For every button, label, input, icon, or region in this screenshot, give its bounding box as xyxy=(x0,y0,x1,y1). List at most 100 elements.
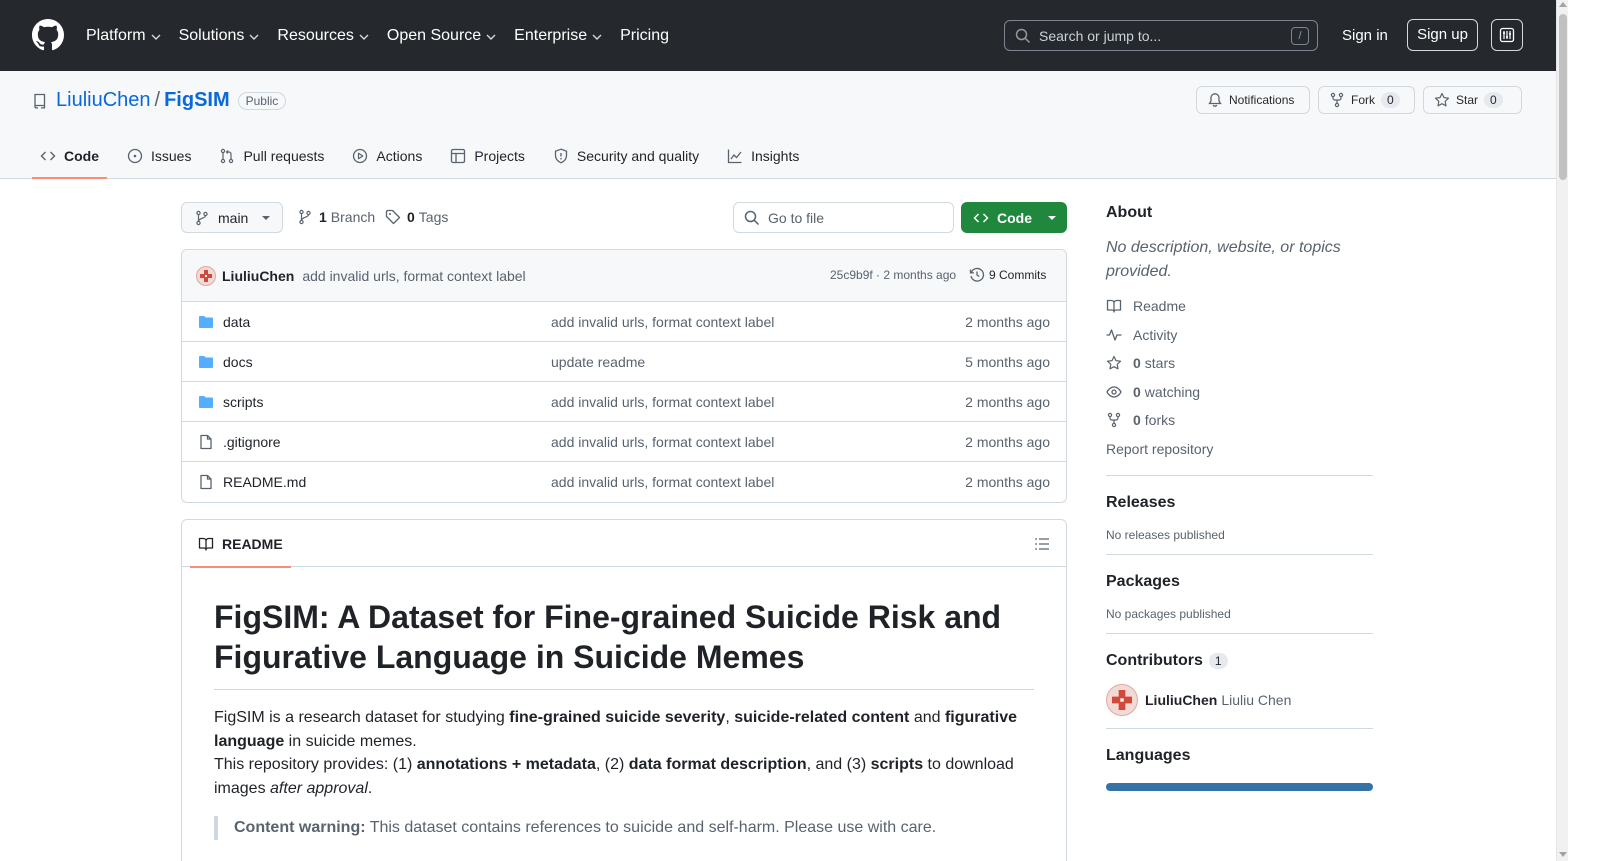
nav-platform[interactable]: Platform xyxy=(86,27,161,45)
scrollbar-thumb[interactable] xyxy=(1559,14,1567,180)
file-name-link[interactable]: README.md xyxy=(223,474,306,490)
tab-actions[interactable]: Actions xyxy=(344,134,430,178)
notifications-button[interactable]: Notifications xyxy=(1196,86,1310,114)
star-count: 0 xyxy=(1484,92,1503,108)
list-outline-icon[interactable] xyxy=(1034,536,1050,552)
divider xyxy=(1106,727,1373,729)
repo-name-link[interactable]: FigSIM xyxy=(164,89,230,112)
file-row[interactable]: README.md add invalid urls, format conte… xyxy=(182,462,1066,502)
releases-heading[interactable]: Releases xyxy=(1106,494,1373,512)
pulse-icon xyxy=(1106,329,1122,341)
commit-hash-age[interactable]: 25c9b9f · 2 months ago xyxy=(830,268,956,282)
scroll-down-arrow-icon[interactable] xyxy=(1559,852,1567,857)
eye-icon xyxy=(1106,386,1122,398)
tab-security[interactable]: Security and quality xyxy=(545,134,707,178)
go-to-file-input[interactable]: Go to file xyxy=(733,202,954,233)
scroll-up-arrow-icon[interactable] xyxy=(1559,2,1567,7)
history-icon xyxy=(969,267,985,282)
forks-link[interactable]: 0 forks xyxy=(1106,406,1373,435)
bell-icon xyxy=(1208,93,1222,107)
repo-sidebar: About No description, website, or topics… xyxy=(1106,204,1373,791)
chevron-down-icon xyxy=(359,34,369,40)
divider xyxy=(1106,474,1373,476)
pull-request-icon xyxy=(221,148,234,164)
stars-link[interactable]: 0 stars xyxy=(1106,349,1373,378)
page-scrollbar[interactable] xyxy=(1556,0,1568,861)
chevron-down-icon xyxy=(486,34,496,40)
nav-resources[interactable]: Resources xyxy=(277,27,369,45)
folder-icon xyxy=(199,316,213,328)
packages-heading[interactable]: Packages xyxy=(1106,573,1373,591)
caret-down-icon xyxy=(1048,215,1056,220)
graph-icon xyxy=(727,149,742,164)
global-nav: Platform Solutions Resources Open Source… xyxy=(86,0,687,71)
activity-link[interactable]: Activity xyxy=(1106,321,1373,350)
contributor-login: LiuliuChen xyxy=(1145,691,1218,708)
readme-content: FigSIM: A Dataset for Fine-grained Suici… xyxy=(182,597,1066,840)
github-logo-icon[interactable] xyxy=(32,19,64,51)
contributor-full-name: Liuliu Chen xyxy=(1221,691,1292,708)
releases-empty: No releases published xyxy=(1106,527,1225,542)
file-row[interactable]: scripts add invalid urls, format context… xyxy=(182,382,1066,422)
file-icon xyxy=(200,434,212,450)
tab-pull-requests[interactable]: Pull requests xyxy=(211,134,332,178)
file-name-link[interactable]: .gitignore xyxy=(223,434,281,450)
file-commit-message[interactable]: add invalid urls, format context label xyxy=(551,434,774,450)
sign-in-link[interactable]: Sign in xyxy=(1330,20,1400,51)
contributor-item[interactable]: LiuliuChen Liuliu Chen xyxy=(1106,683,1373,716)
readme-title: FigSIM: A Dataset for Fine-grained Suici… xyxy=(214,597,1034,690)
repo-icon xyxy=(34,93,46,109)
tags-link[interactable]: 0 Tags xyxy=(385,209,448,225)
language-bar xyxy=(1106,782,1373,791)
tab-code[interactable]: Code xyxy=(32,134,107,179)
search-icon xyxy=(744,210,760,225)
about-links: Readme Activity 0 stars 0 watching 0 forks … xyxy=(1106,292,1373,463)
global-header: Platform Solutions Resources Open Source… xyxy=(0,0,1556,71)
file-name-link[interactable]: scripts xyxy=(223,394,263,410)
avatar[interactable] xyxy=(1106,683,1138,716)
repo-owner-link[interactable]: LiuliuChen xyxy=(56,89,151,112)
command-palette-button[interactable] xyxy=(1491,19,1523,51)
nav-open-source[interactable]: Open Source xyxy=(387,27,496,45)
fork-count: 0 xyxy=(1381,92,1400,108)
file-row[interactable]: data add invalid urls, format context la… xyxy=(182,302,1066,342)
visibility-badge: Public xyxy=(237,91,287,110)
star-button[interactable]: Star 0 xyxy=(1423,86,1522,114)
file-name-link[interactable]: docs xyxy=(223,354,253,370)
nav-solutions[interactable]: Solutions xyxy=(179,27,260,45)
tab-issues[interactable]: Issues xyxy=(119,134,199,178)
sign-up-button[interactable]: Sign up xyxy=(1407,19,1478,51)
table-icon xyxy=(451,148,466,164)
tab-projects[interactable]: Projects xyxy=(442,134,533,178)
file-commit-age: 2 months ago xyxy=(965,474,1050,490)
commit-message-link[interactable]: add invalid urls, format context label xyxy=(302,268,525,284)
file-name-link[interactable]: data xyxy=(223,314,250,330)
branches-link[interactable]: 1 Branch xyxy=(297,209,375,225)
tag-icon xyxy=(385,209,401,225)
fork-button[interactable]: Fork 0 xyxy=(1318,86,1415,114)
global-search-input[interactable]: Search or jump to... / xyxy=(1004,20,1318,51)
tab-readme[interactable]: README xyxy=(190,520,291,568)
commit-author-link[interactable]: LiuliuChen xyxy=(222,268,294,284)
tab-insights[interactable]: Insights xyxy=(719,134,807,178)
file-row[interactable]: docs update readme 5 months ago xyxy=(182,342,1066,382)
watchers-link[interactable]: 0 watching xyxy=(1106,378,1373,407)
nav-enterprise[interactable]: Enterprise xyxy=(514,27,602,45)
issue-icon xyxy=(127,148,143,164)
readme-link[interactable]: Readme xyxy=(1106,292,1373,321)
file-commit-message[interactable]: update readme xyxy=(551,354,645,370)
file-browser: LiuliuChen add invalid urls, format cont… xyxy=(181,249,1067,503)
file-commit-message[interactable]: add invalid urls, format context label xyxy=(551,474,774,490)
code-download-button[interactable]: Code xyxy=(961,202,1067,233)
file-commit-message[interactable]: add invalid urls, format context label xyxy=(551,314,774,330)
commits-history-link[interactable]: 9 Commits xyxy=(969,267,1046,283)
avatar[interactable] xyxy=(196,265,216,286)
report-repository-link[interactable]: Report repository xyxy=(1106,435,1373,463)
contributors-heading[interactable]: Contributors 1 xyxy=(1106,652,1373,670)
nav-pricing[interactable]: Pricing xyxy=(620,27,669,45)
file-row[interactable]: .gitignore add invalid urls, format cont… xyxy=(182,422,1066,462)
repo-header: LiuliuChen / FigSIM Public Notifications… xyxy=(0,71,1556,179)
branch-select-button[interactable]: main xyxy=(181,202,283,233)
file-commit-age: 2 months ago xyxy=(965,394,1050,410)
file-commit-message[interactable]: add invalid urls, format context label xyxy=(551,394,774,410)
